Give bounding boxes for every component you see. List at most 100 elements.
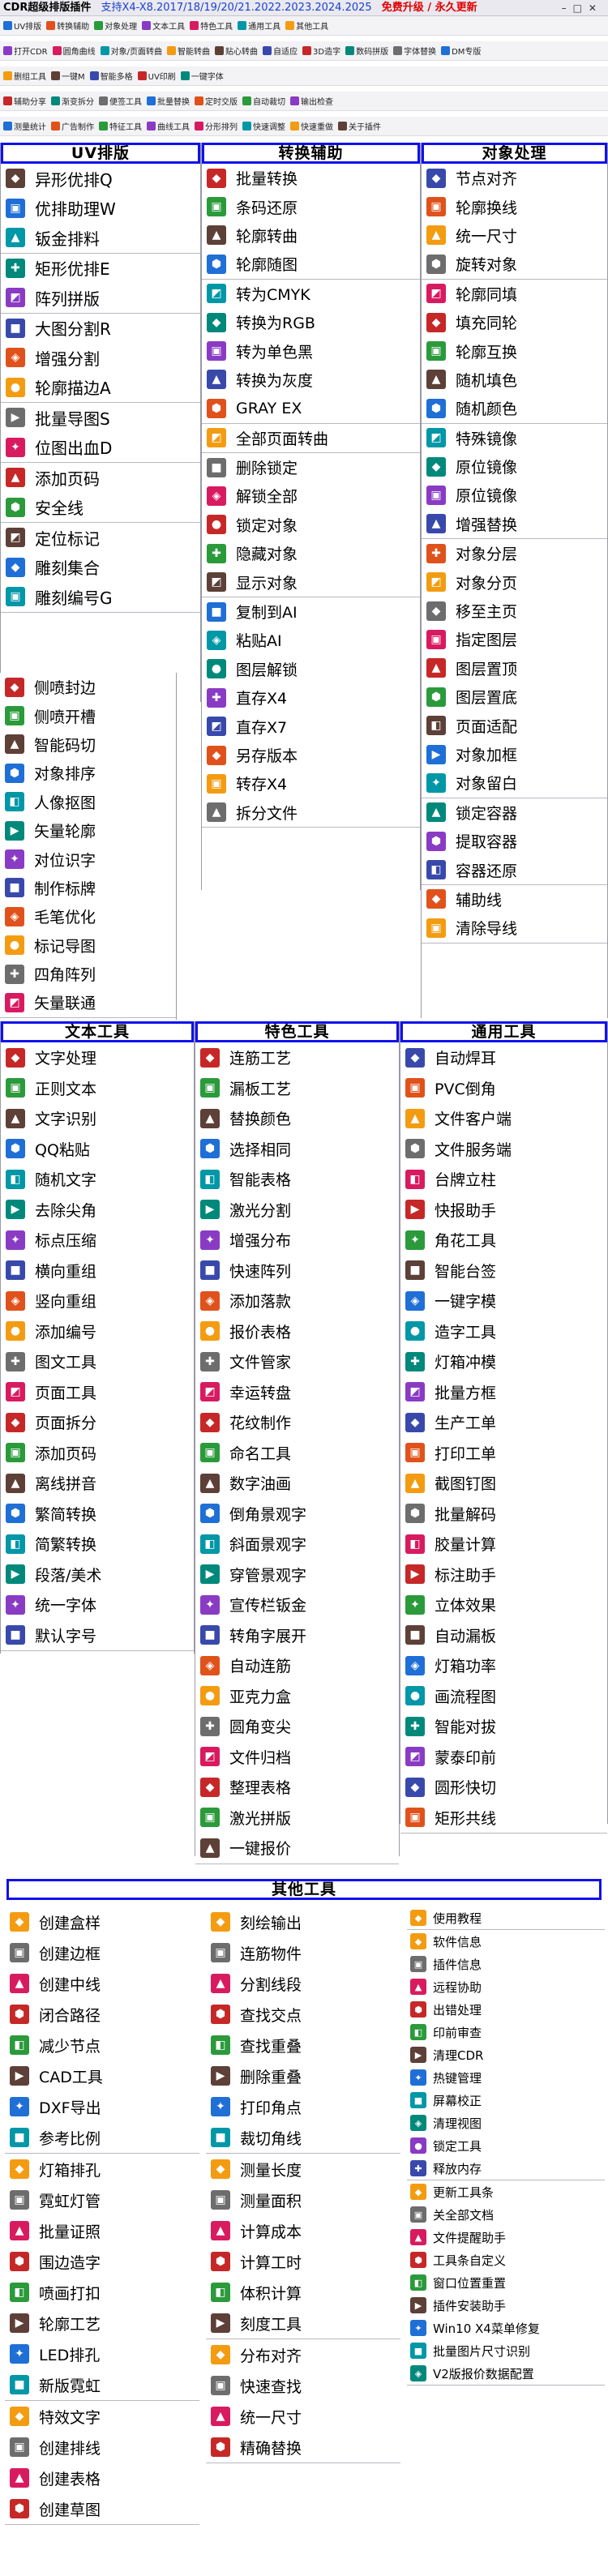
tool-item[interactable]: ⬢ 对象排序 <box>0 759 176 787</box>
tool-item[interactable]: ▲ 截图钉图 <box>400 1468 607 1499</box>
tool-item[interactable]: ⬢ 计算工时 <box>206 2246 400 2277</box>
tool-item[interactable]: ◧ 喷画打扣 <box>5 2277 199 2308</box>
tool-item[interactable]: ✦ 角花工具 <box>400 1225 607 1256</box>
tool-item[interactable]: ▲ 离线拼音 <box>1 1468 194 1499</box>
tool-item[interactable]: ▣ 矩形共线 <box>400 1803 607 1834</box>
tool-item[interactable]: ✚ 圆角变尖 <box>195 1711 399 1742</box>
tool-item[interactable]: ◩ 轮廓同填 <box>422 280 607 308</box>
tool-item[interactable]: ■ 快速阵列 <box>195 1256 399 1286</box>
toolbar-button[interactable]: 打开CDR <box>3 45 48 57</box>
tool-item[interactable]: ◈ 解锁全部 <box>202 481 420 510</box>
toolbar-button[interactable]: 测量统计 <box>3 120 46 132</box>
tool-item[interactable]: ⬢ 提取容器 <box>422 827 607 855</box>
tool-item[interactable]: ✚ 隐藏对象 <box>202 539 420 567</box>
toolbar-button[interactable]: 字体替换 <box>393 45 436 57</box>
tool-item[interactable]: ▲ 创建表格 <box>5 2463 199 2493</box>
tool-item[interactable]: ✦ DXF导出 <box>5 2091 199 2122</box>
tool-item[interactable]: ✦ 宣传栏钣金 <box>195 1590 399 1620</box>
tool-item[interactable]: ◧ 容器还原 <box>422 855 607 884</box>
tool-item[interactable]: ▶ 穿管景观字 <box>195 1560 399 1590</box>
tool-item[interactable]: ⬢ 精确替换 <box>206 2432 400 2463</box>
tool-item[interactable]: ✚ 文件管家 <box>195 1346 399 1377</box>
tool-item[interactable]: ▶ 对象加框 <box>422 740 607 768</box>
tool-item[interactable]: ◧ 台牌立柱 <box>400 1164 607 1195</box>
tool-item[interactable]: ■ 复制到AI <box>202 597 420 626</box>
toolbar-button[interactable]: 输出检查 <box>290 95 333 107</box>
tool-item[interactable]: ◩ 直存X7 <box>202 712 420 740</box>
tool-item[interactable]: ◈ 一键字模 <box>400 1286 607 1316</box>
tool-item[interactable]: ✦ 热键管理 <box>407 2066 605 2089</box>
tool-item[interactable]: ◧ 胶量计算 <box>400 1529 607 1560</box>
toolbar-button[interactable]: 快速重做 <box>290 120 333 132</box>
tool-item[interactable]: ▲ 数字油画 <box>195 1468 399 1499</box>
tool-item[interactable]: ◆ 生产工单 <box>400 1407 607 1438</box>
tool-item[interactable]: ◆ 连筋工艺 <box>195 1042 399 1073</box>
tool-item[interactable]: ■ 大图分割R <box>1 314 200 344</box>
tool-item[interactable]: ⬢ GRAY EX <box>202 394 420 422</box>
tool-item[interactable]: ◈ V2版报价数据配置 <box>407 2362 605 2385</box>
tool-item[interactable]: ▣ 轮廓互换 <box>422 336 607 365</box>
tool-item[interactable]: ◧ 人像抠图 <box>0 788 176 816</box>
tool-item[interactable]: ▲ 转换为灰度 <box>202 366 420 394</box>
toolbar-button[interactable]: 智能转曲 <box>167 45 210 57</box>
tool-item[interactable]: ● 标记导图 <box>0 931 176 960</box>
tool-item[interactable]: ▣ 快速查找 <box>206 2370 400 2401</box>
tool-item[interactable]: ⬢ 安全线 <box>1 493 200 523</box>
toolbar-button[interactable]: 贴心转曲 <box>215 45 258 57</box>
tool-item[interactable]: ✚ 智能对拔 <box>400 1711 607 1742</box>
toolbar-button[interactable]: 批量替换 <box>147 95 190 107</box>
tool-item[interactable]: ⬢ 工具条自定义 <box>407 2249 605 2271</box>
window-controls[interactable]: –□✕ <box>562 0 603 15</box>
toolbar-button[interactable]: 分形排列 <box>195 120 238 132</box>
tool-item[interactable]: ◩ 矢量联通 <box>0 988 176 1016</box>
tool-item[interactable]: ◩ 定位标记 <box>1 523 200 553</box>
tool-item[interactable]: ▣ 转为单色黑 <box>202 336 420 365</box>
tool-item[interactable]: ◩ 全部页面转曲 <box>202 424 420 452</box>
toolbar-button[interactable]: UV印刷 <box>137 70 176 82</box>
tool-item[interactable]: ■ 默认字号 <box>1 1620 194 1651</box>
tool-item[interactable]: ▲ 文件提醒助手 <box>407 2226 605 2249</box>
toolbar-button[interactable]: 曲线工具 <box>147 120 190 132</box>
toolbar-button[interactable]: 辅助分享 <box>3 95 46 107</box>
tool-item[interactable]: ◆ 使用教程 <box>407 1906 605 1929</box>
tool-item[interactable]: ● 亚克力盒 <box>195 1681 399 1712</box>
tool-item[interactable]: ▶ 激光分割 <box>195 1195 399 1226</box>
tool-item[interactable]: ◩ 幸运转盘 <box>195 1377 399 1408</box>
toolbar-button[interactable]: 渐变拆分 <box>51 95 94 107</box>
tool-item[interactable]: ⬢ 选择相同 <box>195 1134 399 1165</box>
tool-item[interactable]: ◧ 印前审查 <box>407 2021 605 2043</box>
tool-item[interactable]: ■ 参考比例 <box>5 2122 199 2153</box>
tool-item[interactable]: ■ 裁切角线 <box>206 2122 400 2153</box>
tool-item[interactable]: ▣ PVC倒角 <box>400 1073 607 1104</box>
tool-item[interactable]: ◆ 特效文字 <box>5 2401 199 2432</box>
free-upgrade-badge[interactable]: 免费升级 / 永久更新 <box>382 2 477 14</box>
tool-item[interactable]: ◩ 显示对象 <box>202 567 420 596</box>
tool-item[interactable]: ▣ 打印工单 <box>400 1438 607 1469</box>
tool-item[interactable]: ◧ 窗口位置重置 <box>407 2271 605 2294</box>
tool-item[interactable]: ▲ 增强替换 <box>422 510 607 538</box>
tool-item[interactable]: ▶ CAD工具 <box>5 2060 199 2091</box>
tool-item[interactable]: ▣ 条码还原 <box>202 192 420 220</box>
tool-item[interactable]: ◈ 自动连筋 <box>195 1650 399 1681</box>
tool-item[interactable]: ⬢ 创建草图 <box>5 2493 199 2524</box>
tool-item[interactable]: ⬢ 围边造字 <box>5 2246 199 2277</box>
toolbar-button[interactable]: 便签工具 <box>99 95 142 107</box>
tool-item[interactable]: ■ 自动漏板 <box>400 1620 607 1651</box>
tool-item[interactable]: ● 图层解锁 <box>202 655 420 683</box>
tool-item[interactable]: ◩ 文件归档 <box>195 1742 399 1773</box>
tool-item[interactable]: ▶ 段落/美术 <box>1 1560 194 1590</box>
tool-item[interactable]: ◆ 移至主页 <box>422 597 607 625</box>
tool-item[interactable]: ▣ 清除导线 <box>422 914 607 942</box>
toolbar-button[interactable]: 自动裁切 <box>242 95 285 107</box>
tool-item[interactable]: ◆ 雕刻集合 <box>1 553 200 583</box>
tool-item[interactable]: ◈ 灯箱功率 <box>400 1650 607 1681</box>
toolbar-button[interactable]: 圆角曲线 <box>52 45 96 57</box>
tool-item[interactable]: ◆ 灯箱排孔 <box>5 2154 199 2184</box>
tool-item[interactable]: ✚ 矩形优排E <box>1 254 200 284</box>
tool-item[interactable]: ▲ 文件客户端 <box>400 1103 607 1134</box>
tool-item[interactable]: ▣ 添加页码 <box>1 1438 194 1469</box>
tool-item[interactable]: ◆ 填充同轮 <box>422 308 607 336</box>
tool-item[interactable]: ◈ 毛笔优化 <box>0 902 176 931</box>
tool-item[interactable]: ✦ 增强分布 <box>195 1225 399 1256</box>
tool-item[interactable]: ▲ 图层置顶 <box>422 654 607 683</box>
